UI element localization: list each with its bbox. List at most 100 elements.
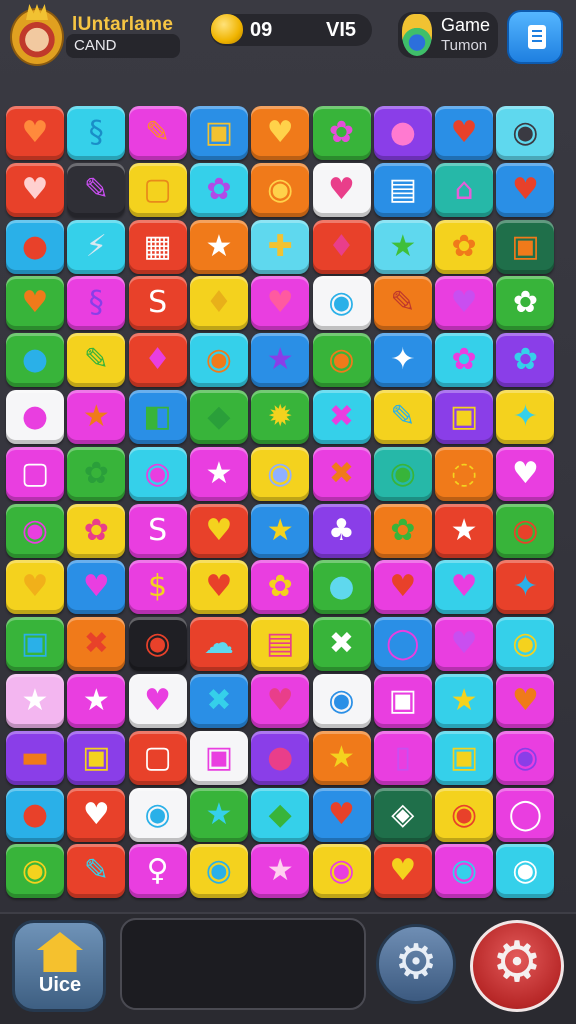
game-tile[interactable]: ✦ (496, 390, 555, 444)
game-tile[interactable]: ◉ (128, 787, 187, 842)
game-tile[interactable]: ▢ (128, 730, 187, 785)
game-tile[interactable]: ▯ (373, 730, 432, 785)
game-tile[interactable]: ▣ (6, 617, 64, 672)
game-tile[interactable]: ◉ (496, 730, 555, 785)
game-tile[interactable]: ✎ (67, 333, 126, 388)
game-tile[interactable]: ● (6, 390, 64, 444)
game-tile[interactable]: ♥ (189, 503, 248, 558)
game-tile[interactable]: § (67, 276, 126, 331)
game-tile[interactable]: ▬ (6, 730, 64, 785)
game-tile[interactable]: ◉ (496, 503, 555, 558)
game-tile[interactable]: ◉ (496, 106, 555, 160)
game-tile[interactable]: ◆ (251, 787, 310, 842)
game-tile[interactable]: ✎ (128, 106, 187, 160)
game-tile[interactable]: ✿ (373, 503, 432, 558)
game-tile[interactable]: ✿ (251, 560, 310, 615)
game-tile[interactable]: ✹ (251, 390, 310, 444)
game-tile[interactable]: ✿ (189, 162, 248, 217)
game-tile[interactable]: ◉ (128, 617, 187, 672)
game-tile[interactable]: ♥ (435, 106, 494, 160)
game-tile[interactable]: ★ (189, 446, 248, 501)
game-tile[interactable]: ★ (373, 219, 432, 274)
game-tile[interactable]: ⚡ (67, 219, 126, 274)
game-tile[interactable]: ◈ (373, 787, 432, 842)
game-tile[interactable]: ◧ (128, 390, 187, 444)
game-tile[interactable]: ♥ (128, 674, 187, 728)
game-tile[interactable]: ♥ (312, 787, 371, 842)
game-tile[interactable]: ◆ (189, 390, 248, 444)
game-tile[interactable]: ♦ (189, 276, 248, 331)
game-tile[interactable]: ✖ (312, 390, 371, 444)
game-tile[interactable]: ◉ (312, 674, 371, 728)
game-tile[interactable]: ● (251, 730, 310, 785)
game-tile[interactable]: ♥ (251, 106, 310, 160)
game-tile[interactable]: ◉ (189, 333, 248, 388)
game-tile[interactable]: S (128, 503, 187, 558)
game-tile[interactable]: ◯ (373, 617, 432, 672)
game-tile[interactable]: ◉ (6, 844, 64, 899)
game-tile[interactable]: ● (373, 106, 432, 160)
game-tile[interactable]: ★ (6, 674, 64, 728)
game-tile[interactable]: ◉ (496, 844, 555, 899)
game-tile[interactable]: S (128, 276, 187, 331)
game-tile[interactable]: ♥ (435, 617, 494, 672)
game-tile[interactable]: ◯ (496, 787, 555, 842)
game-tile[interactable]: ♣ (312, 503, 371, 558)
game-tile[interactable]: ⌂ (435, 162, 494, 217)
game-tile[interactable]: ▣ (435, 730, 494, 785)
game-tile[interactable]: ◉ (128, 446, 187, 501)
game-tile[interactable]: ♀ (128, 844, 187, 899)
game-tile[interactable]: ◉ (189, 844, 248, 899)
game-tile[interactable]: ✎ (373, 390, 432, 444)
game-tile[interactable]: ♥ (312, 162, 371, 217)
game-tile[interactable]: ★ (251, 844, 310, 899)
game-tile[interactable]: ✖ (67, 617, 126, 672)
game-tile[interactable]: ✎ (67, 162, 126, 217)
game-tile[interactable]: ♥ (496, 674, 555, 728)
game-tile[interactable]: ♥ (251, 276, 310, 331)
game-tile[interactable]: § (67, 106, 126, 160)
game-tile[interactable]: ◉ (251, 446, 310, 501)
game-tile[interactable]: ✿ (312, 106, 371, 160)
game-tile[interactable]: ✖ (312, 446, 371, 501)
player-avatar[interactable] (10, 8, 64, 66)
game-tile[interactable]: ★ (251, 333, 310, 388)
game-tile[interactable]: ▢ (128, 162, 187, 217)
game-tile[interactable]: ♥ (435, 560, 494, 615)
game-tile[interactable]: ▣ (67, 730, 126, 785)
game-tile[interactable]: ▣ (189, 730, 248, 785)
game-tile[interactable]: ♥ (496, 446, 555, 501)
game-tile[interactable]: ◉ (312, 276, 371, 331)
game-tile[interactable]: ▣ (496, 219, 555, 274)
game-tile[interactable]: ◉ (435, 844, 494, 899)
game-tile[interactable]: ✿ (435, 219, 494, 274)
game-tile[interactable]: ★ (67, 390, 126, 444)
game-tile[interactable]: ♥ (189, 560, 248, 615)
game-tile[interactable]: ★ (251, 503, 310, 558)
game-tile[interactable]: ✿ (435, 333, 494, 388)
game-tile[interactable]: ★ (312, 730, 371, 785)
game-tile[interactable]: ♥ (6, 276, 64, 331)
game-tile[interactable]: ● (6, 219, 64, 274)
game-tile[interactable]: ♥ (435, 276, 494, 331)
game-tile[interactable]: ▤ (251, 617, 310, 672)
game-tile[interactable]: ▢ (6, 446, 64, 501)
game-tile[interactable]: ★ (67, 674, 126, 728)
game-tile[interactable]: ★ (189, 219, 248, 274)
game-tile[interactable]: ★ (435, 674, 494, 728)
menu-button[interactable] (507, 10, 563, 64)
game-tile[interactable]: ★ (435, 503, 494, 558)
game-tile[interactable]: ✖ (189, 674, 248, 728)
game-tile[interactable]: ♥ (6, 106, 64, 160)
game-tile[interactable]: ✿ (496, 333, 555, 388)
game-tile[interactable]: ♥ (6, 560, 64, 615)
game-tile[interactable]: ◉ (435, 787, 494, 842)
game-tile[interactable]: ✦ (496, 560, 555, 615)
game-tile[interactable]: ♥ (373, 560, 432, 615)
game-tile[interactable]: ◉ (312, 333, 371, 388)
game-tile[interactable]: ▦ (128, 219, 187, 274)
game-tile[interactable]: ◌ (435, 446, 494, 501)
game-tile[interactable]: ♥ (373, 844, 432, 899)
game-tile[interactable]: ♥ (251, 674, 310, 728)
game-tile[interactable]: ▣ (435, 390, 494, 444)
